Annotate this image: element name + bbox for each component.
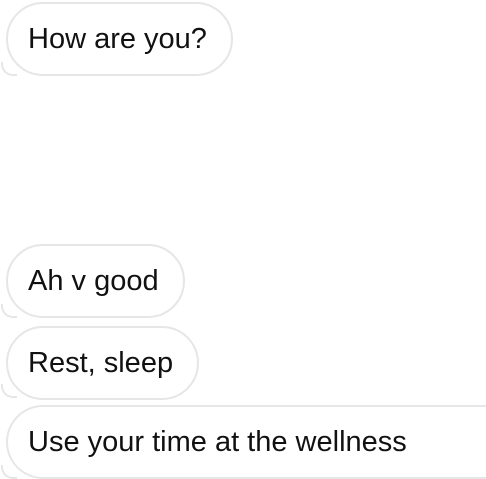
message-bubble-received[interactable]: Rest, sleep	[6, 326, 200, 400]
message-text: How are you?	[28, 23, 207, 55]
message-bubble-received[interactable]: How are you?	[6, 2, 233, 76]
message-text: Rest, sleep	[28, 347, 174, 379]
message-bubble-tail	[1, 62, 17, 76]
message-text: Ah v good	[28, 265, 159, 297]
message-bubble-received[interactable]: Ah v good	[6, 244, 185, 318]
message-bubble-tail	[1, 304, 17, 318]
message-bubble-received[interactable]: Use your time at the wellness	[6, 405, 486, 479]
message-text: Use your time at the wellness	[28, 426, 407, 458]
message-bubble-tail	[1, 465, 17, 479]
